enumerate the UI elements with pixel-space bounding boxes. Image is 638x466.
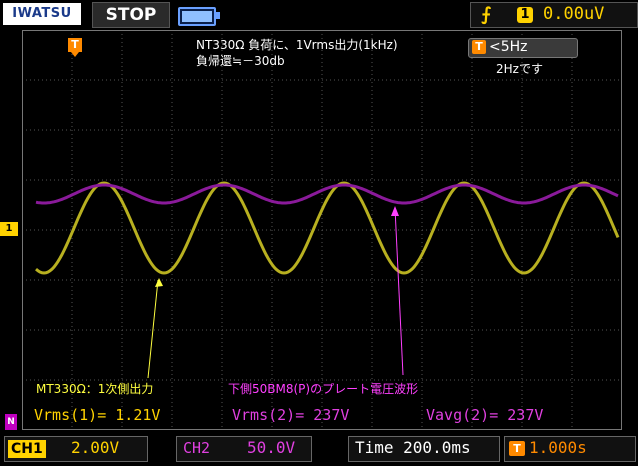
ch2-ground-marker[interactable]: N	[5, 414, 17, 430]
ch1-waveform	[35, 181, 620, 275]
trigger-delay-icon: T	[509, 441, 525, 456]
ch2-scale-box[interactable]: CH2 50.0V	[176, 436, 312, 462]
trigger-delay-box[interactable]: T 1.000s	[504, 436, 636, 462]
ch2-scale: 50.0V	[247, 438, 296, 457]
trigger-status[interactable]: ⨍ 1 0.00uV	[470, 2, 638, 28]
run-stop-indicator[interactable]: STOP	[92, 2, 170, 28]
rising-edge-icon: ⨍	[481, 4, 492, 25]
trigger-icon: T	[472, 40, 486, 54]
annotation-ch2-note: 下側50BM8(P)のプレート電圧波形	[228, 382, 419, 396]
annotation-load: NT330Ω 負荷に、1Vrms出力(1kHz)	[196, 38, 398, 52]
waveform-display[interactable]	[22, 30, 622, 430]
filter-setting[interactable]: T <5Hz	[468, 38, 578, 58]
measurement-vavg2: Vavg(2)= 237V	[426, 406, 544, 424]
graticule-and-traces	[22, 30, 622, 430]
trigger-channel-badge: 1	[517, 7, 533, 23]
ch1-pointer-arrowhead	[155, 278, 163, 287]
annotation-filter-note: 2Hzです	[496, 62, 543, 76]
annotation-ch1-note: MT330Ω：1次側出力	[36, 382, 154, 396]
filter-value: <5Hz	[489, 39, 528, 55]
ch1-ground-marker[interactable]: 1	[0, 222, 18, 236]
timebase-box[interactable]: Time 200.0ms	[348, 436, 500, 462]
ch1-scale: 2.00V	[71, 438, 120, 457]
ch2-pointer-arrowhead	[391, 206, 399, 216]
ch1-scale-box[interactable]: CH1 2.00V	[4, 436, 148, 462]
timebase: Time 200.0ms	[355, 438, 471, 457]
brand-logo: IWATSU	[3, 3, 81, 25]
trigger-level: 0.00uV	[543, 4, 605, 24]
measurement-vrms2: Vrms(2)= 237V	[232, 406, 350, 424]
measurement-vrms1: Vrms(1)= 1.21V	[34, 406, 161, 424]
ch1-pointer-line	[147, 279, 159, 379]
ch1-label: CH1	[8, 440, 46, 458]
annotation-feedback: 負帰還≒－30db	[196, 54, 285, 68]
ch2-label: CH2	[183, 439, 211, 457]
battery-icon	[178, 7, 220, 26]
top-status-bar: IWATSU STOP ⨍ 1 0.00uV	[0, 0, 638, 30]
ch2-pointer-line	[394, 207, 404, 376]
graticule-grid	[22, 30, 622, 430]
trigger-position-marker[interactable]: T	[68, 38, 82, 57]
trigger-delay: 1.000s	[529, 438, 587, 457]
